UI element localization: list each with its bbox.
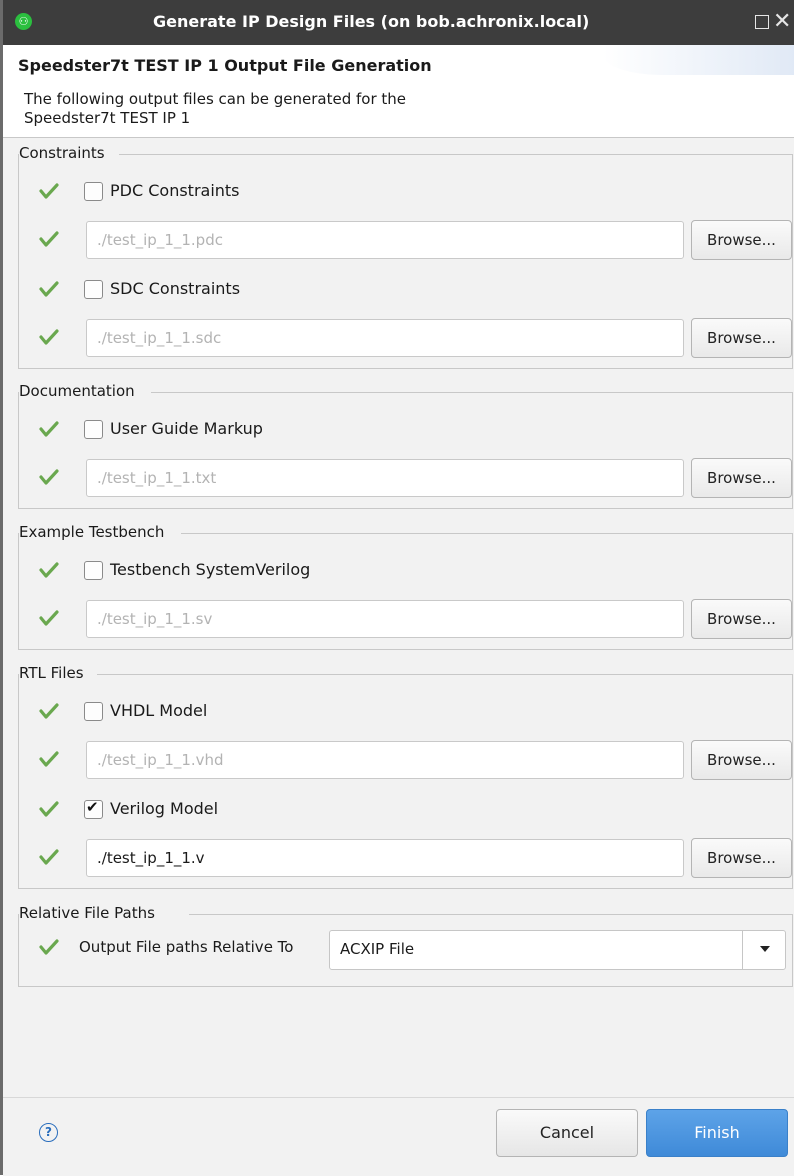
guide-path-field[interactable]: ./test_ip_1_1.txt xyxy=(86,459,684,497)
testbench-browse-button[interactable]: Browse... xyxy=(691,599,792,639)
sdc-path-field[interactable]: ./test_ip_1_1.sdc xyxy=(86,319,684,357)
valid-check-icon xyxy=(39,421,59,437)
verilog-path-row: ./test_ip_1_1.v Browse... xyxy=(19,838,792,878)
verilog-model-label: Verilog Model xyxy=(110,799,219,818)
sdc-row: SDC Constraints xyxy=(19,270,792,310)
valid-check-icon xyxy=(39,231,59,247)
relative-paths-group: Relative File Paths Output File paths Re… xyxy=(18,904,793,987)
constraints-group: Constraints PDC Constraints ./test_ip_1_… xyxy=(18,144,793,369)
valid-check-icon xyxy=(39,849,59,865)
sdc-constraints-label: SDC Constraints xyxy=(110,279,241,298)
guide-path-row: ./test_ip_1_1.txt Browse... xyxy=(19,458,792,498)
vhdl-browse-button[interactable]: Browse... xyxy=(691,740,792,780)
finish-button[interactable]: Finish xyxy=(646,1109,788,1157)
vhdl-path-row: ./test_ip_1_1.vhd Browse... xyxy=(19,740,792,780)
chevron-down-icon[interactable] xyxy=(760,946,770,952)
valid-check-icon xyxy=(39,751,59,767)
sdc-path-row: ./test_ip_1_1.sdc Browse... xyxy=(19,318,792,358)
pdc-path-field[interactable]: ./test_ip_1_1.pdc xyxy=(86,221,684,259)
verilog-path-field[interactable]: ./test_ip_1_1.v xyxy=(86,839,684,877)
relative-row: Output File paths Relative To ACXIP File xyxy=(19,928,792,970)
pdc-constraints-checkbox[interactable] xyxy=(84,182,103,201)
relative-to-label: Output File paths Relative To xyxy=(79,938,294,956)
valid-check-icon xyxy=(39,610,59,626)
valid-check-icon xyxy=(39,329,59,345)
relative-paths-group-label: Relative File Paths xyxy=(19,904,157,922)
testbench-group-label: Example Testbench xyxy=(19,523,167,541)
documentation-group: Documentation User Guide Markup ./test_i… xyxy=(18,382,793,509)
valid-check-icon xyxy=(39,183,59,199)
dialog-header: Speedster7t TEST IP 1 Output File Genera… xyxy=(3,45,794,137)
header-decoration xyxy=(603,45,794,75)
dialog-footer: ? Cancel Finish xyxy=(3,1097,794,1176)
valid-check-icon xyxy=(39,801,59,817)
relative-to-value: ACXIP File xyxy=(340,940,415,958)
guide-row: User Guide Markup xyxy=(19,410,792,450)
valid-check-icon xyxy=(39,939,59,955)
options-panel: Constraints PDC Constraints ./test_ip_1_… xyxy=(3,137,794,1098)
close-icon[interactable]: ✕ xyxy=(773,9,791,35)
sdc-browse-button[interactable]: Browse... xyxy=(691,318,792,358)
verilog-row: Verilog Model xyxy=(19,790,792,830)
pdc-browse-button[interactable]: Browse... xyxy=(691,220,792,260)
sdc-constraints-checkbox[interactable] xyxy=(84,280,103,299)
relative-to-dropdown[interactable]: ACXIP File xyxy=(329,930,786,970)
testbench-checkbox[interactable] xyxy=(84,561,103,580)
pdc-path-row: ./test_ip_1_1.pdc Browse... xyxy=(19,220,792,260)
vhdl-model-checkbox[interactable] xyxy=(84,702,103,721)
verilog-browse-button[interactable]: Browse... xyxy=(691,838,792,878)
dialog-heading: Speedster7t TEST IP 1 Output File Genera… xyxy=(18,56,432,75)
valid-check-icon xyxy=(39,281,59,297)
help-icon[interactable]: ? xyxy=(39,1123,58,1142)
rtl-files-group: RTL Files VHDL Model ./test_ip_1_1.vhd B… xyxy=(18,664,793,889)
title-bar: ⚇ Generate IP Design Files (on bob.achro… xyxy=(3,0,794,45)
testbench-path-row: ./test_ip_1_1.sv Browse... xyxy=(19,599,792,639)
testbench-path-field[interactable]: ./test_ip_1_1.sv xyxy=(86,600,684,638)
valid-check-icon xyxy=(39,703,59,719)
valid-check-icon xyxy=(39,562,59,578)
dialog-description: The following output files can be genera… xyxy=(24,90,484,128)
pdc-constraints-label: PDC Constraints xyxy=(110,181,240,200)
testbench-label: Testbench SystemVerilog xyxy=(110,560,311,579)
vhdl-path-field[interactable]: ./test_ip_1_1.vhd xyxy=(86,741,684,779)
testbench-row: Testbench SystemVerilog xyxy=(19,551,792,591)
description-line-2: Speedster7t TEST IP 1 xyxy=(24,109,191,127)
constraints-group-label: Constraints xyxy=(19,144,107,162)
rtl-files-group-label: RTL Files xyxy=(19,664,86,682)
valid-check-icon xyxy=(39,469,59,485)
vhdl-row: VHDL Model xyxy=(19,692,792,732)
pdc-row: PDC Constraints xyxy=(19,172,792,212)
user-guide-checkbox[interactable] xyxy=(84,420,103,439)
user-guide-label: User Guide Markup xyxy=(110,419,263,438)
vhdl-model-label: VHDL Model xyxy=(110,701,208,720)
guide-browse-button[interactable]: Browse... xyxy=(691,458,792,498)
documentation-group-label: Documentation xyxy=(19,382,137,400)
cancel-button[interactable]: Cancel xyxy=(496,1109,638,1157)
verilog-model-checkbox[interactable] xyxy=(84,798,103,819)
window-title: Generate IP Design Files (on bob.achroni… xyxy=(153,12,590,31)
description-line-1: The following output files can be genera… xyxy=(24,90,407,108)
maximize-icon[interactable] xyxy=(755,15,769,29)
testbench-group: Example Testbench Testbench SystemVerilo… xyxy=(18,523,793,650)
app-icon: ⚇ xyxy=(15,13,32,30)
